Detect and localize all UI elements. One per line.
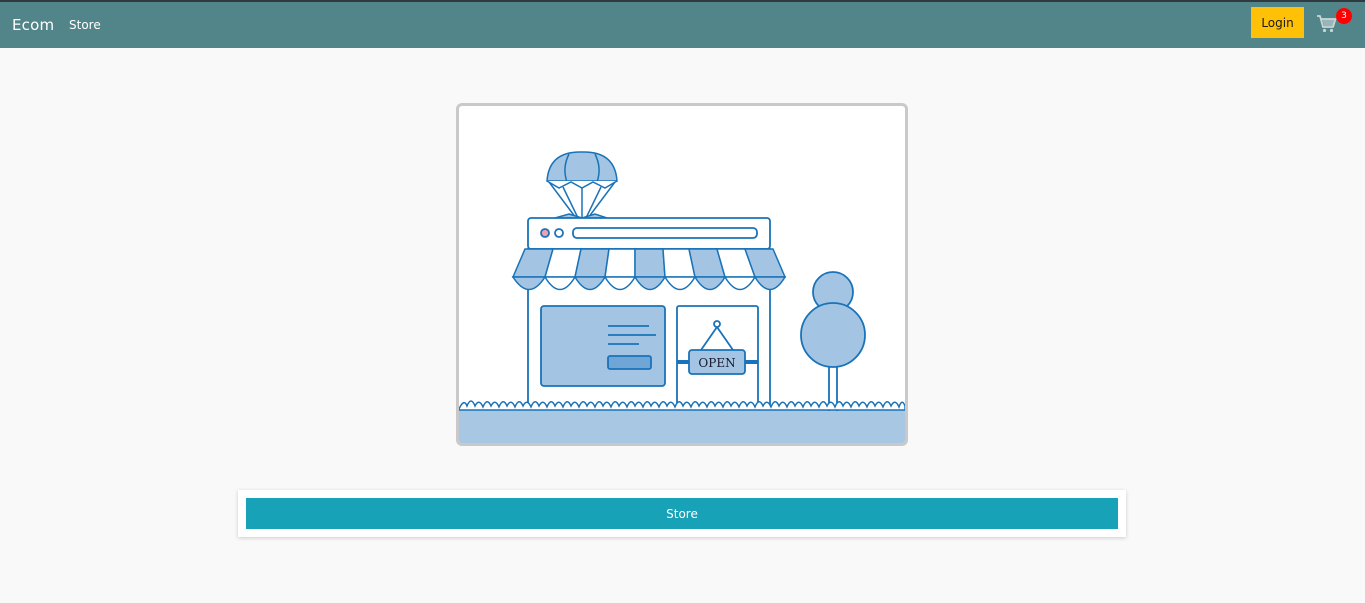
hero-image: OPEN [456, 103, 908, 446]
parachute-icon [546, 151, 618, 219]
cart-count-badge: 3 [1336, 8, 1352, 24]
shopping-cart-icon[interactable] [1316, 14, 1338, 34]
storefront-illustration: OPEN [459, 151, 905, 443]
store-card: Store [238, 490, 1126, 537]
brand-link[interactable]: Ecom [12, 16, 54, 34]
navbar: Ecom Store [0, 2, 1365, 48]
tree-icon [800, 271, 866, 411]
nav-store-link[interactable]: Store [69, 18, 101, 32]
svg-text:OPEN: OPEN [698, 356, 735, 370]
store-button[interactable]: Store [246, 498, 1118, 529]
login-button[interactable]: Login [1251, 7, 1304, 38]
